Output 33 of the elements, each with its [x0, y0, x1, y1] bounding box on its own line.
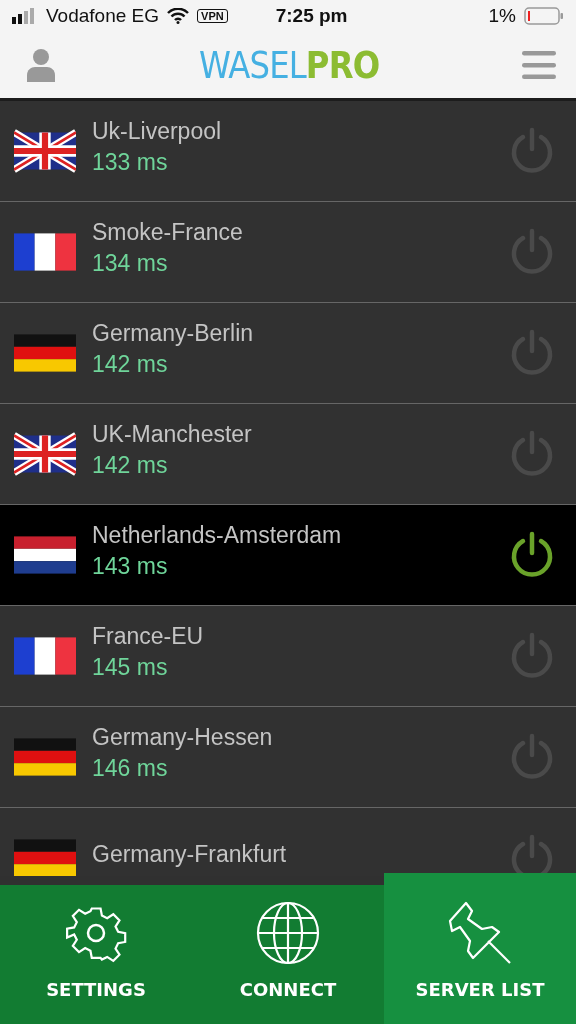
battery-icon — [524, 7, 564, 25]
user-icon[interactable] — [26, 48, 56, 82]
logo-text: WASEL — [198, 43, 306, 87]
server-name: France-EU — [92, 623, 205, 650]
latency: 133 ms — [92, 149, 169, 176]
logo-text: PRO — [305, 43, 380, 87]
server-name: Germany-Berlin — [92, 320, 255, 347]
vpn-badge: VPN — [197, 9, 228, 23]
nav-tab[interactable]: CONNECT — [192, 885, 384, 1024]
server-row[interactable]: Netherlands-Amsterdam 143 ms — [0, 505, 576, 606]
latency: 142 ms — [92, 452, 169, 479]
server-name: Uk-Liverpool — [92, 118, 223, 145]
latency: 143 ms — [92, 553, 169, 580]
nav-tab[interactable]: SERVER LIST — [384, 873, 576, 1024]
server-name: Netherlands-Amsterdam — [92, 522, 343, 549]
nav-tab[interactable]: SETTINGS — [0, 885, 192, 1024]
globe-icon — [256, 901, 320, 965]
flag-icon — [14, 128, 76, 174]
server-name: Smoke-France — [92, 219, 244, 246]
clock: 7:25 pm — [275, 5, 349, 27]
latency: 142 ms — [92, 351, 169, 378]
latency: 145 ms — [92, 654, 169, 681]
latency: 146 ms — [92, 755, 169, 782]
wifi-icon — [167, 8, 190, 24]
carrier-name: Vodafone EG — [46, 5, 160, 27]
pushpin-icon — [448, 901, 512, 965]
server-name: UK-Manchester — [92, 421, 253, 448]
server-name: Germany-Hessen — [92, 724, 274, 751]
menu-icon[interactable] — [522, 51, 556, 79]
latency: 134 ms — [92, 250, 169, 277]
battery-percent: 1% — [488, 5, 516, 27]
flag-icon — [14, 431, 76, 477]
server-name: Germany-Frankfurt — [92, 840, 288, 868]
